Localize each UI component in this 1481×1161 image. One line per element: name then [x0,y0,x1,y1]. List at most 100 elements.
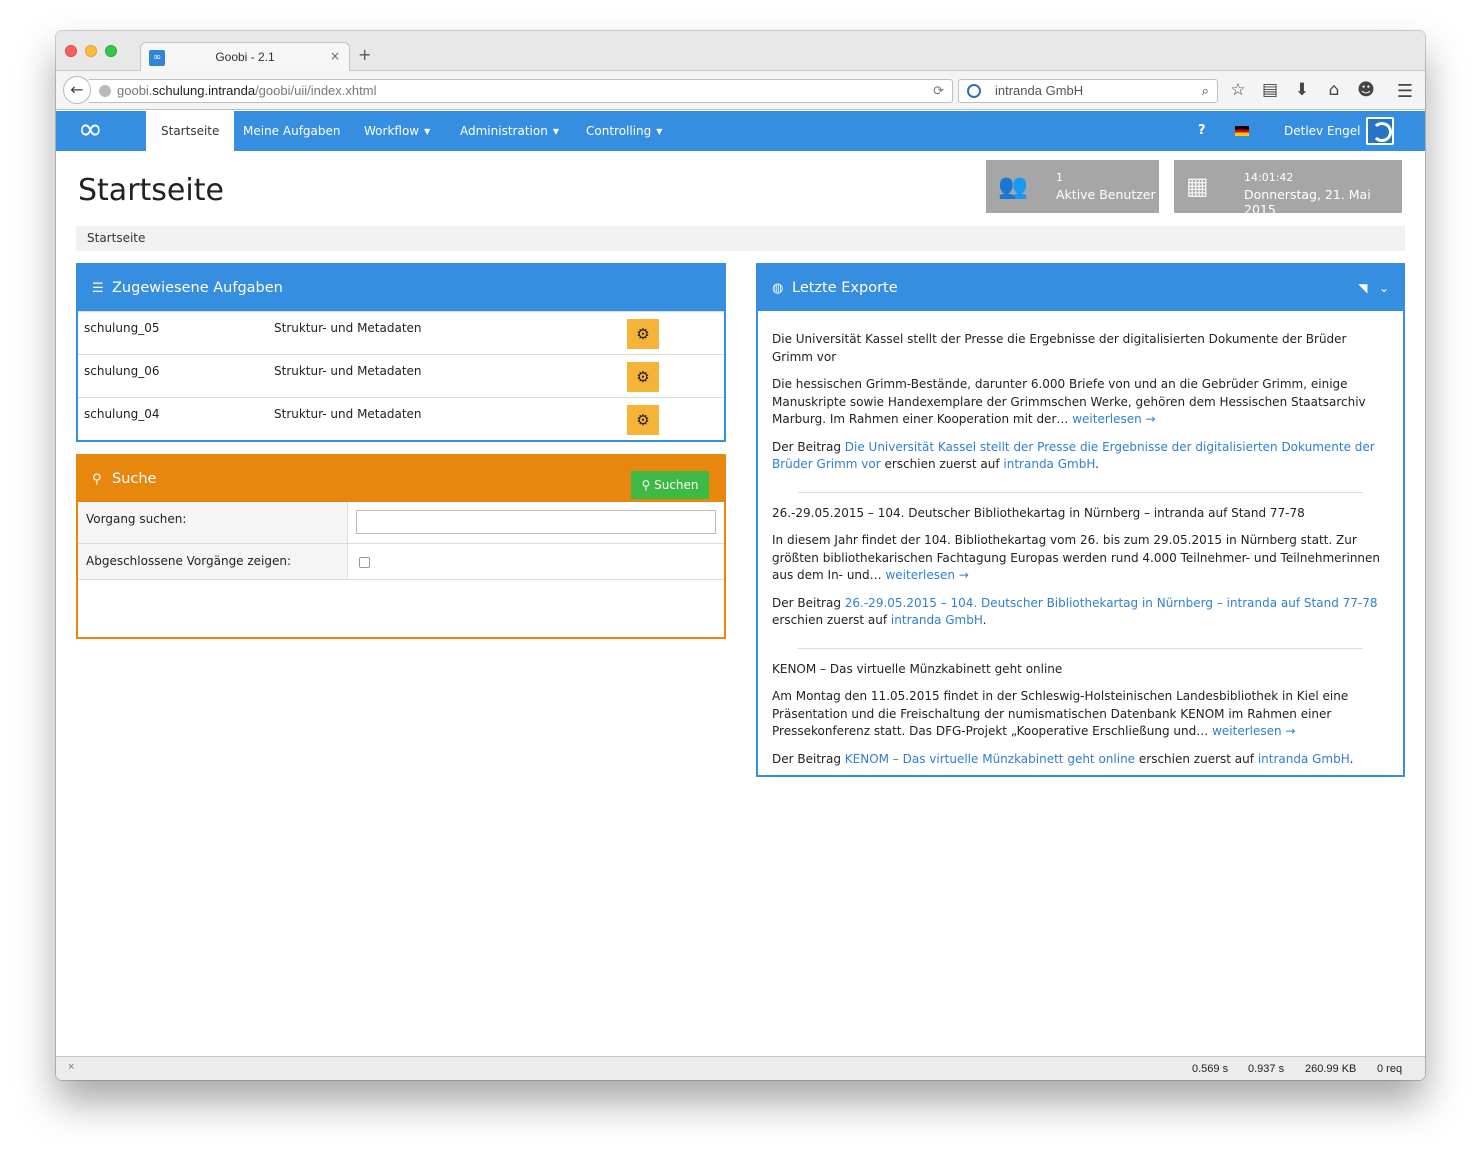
nav-item-label: Administration [460,124,548,138]
task-step: Struktur- und Metadaten [274,321,422,335]
panel-header: ⚲ Suche [78,456,724,502]
menu-icon[interactable]: ☰ [1397,81,1413,102]
show-closed-checkbox[interactable] [359,557,370,568]
article-link[interactable]: KENOM – Das virtuelle Münzkabinett geht … [845,752,1135,766]
nav-item-workflow[interactable]: Workflow ▼ [349,111,445,151]
tab-strip: ∞ Goobi - 2.1 × + [56,31,1425,72]
footer-text: erschien zuerst auf [1138,751,1254,766]
task-process: schulung_04 [84,407,160,421]
table-row: schulung_06 Struktur- und Metadaten ⚙ [78,354,724,397]
read-more-link[interactable]: weiterlesen → [1212,724,1295,738]
read-more-link[interactable]: weiterlesen → [885,568,968,582]
datetime-widget: ▦ 14:01:42 Donnerstag, 21. Mai 2015 [1174,160,1402,217]
gear-icon[interactable]: ⚙ [627,362,659,392]
new-tab-button[interactable]: + [358,45,371,64]
search-engine-icon [967,84,981,98]
star-icon[interactable]: ☆ [1228,80,1248,100]
article-text: Die hessischen Grimm-Bestände, darunter … [772,377,1366,426]
article-footer: Der Beitrag 26.-29.05.2015 – 104. Deutsc… [772,595,1389,630]
site-link[interactable]: intranda GmbH [1258,752,1350,766]
active-users-label: Aktive Benutzer [1056,187,1156,202]
panel-title: Letzte Exporte [792,280,898,296]
address-bar[interactable]: goobi.schulung.intranda/goobi/uii/index.… [89,79,953,103]
nav-item-label: Meine Aufgaben [243,124,341,138]
smiley-icon[interactable]: ☻ [1356,80,1376,100]
maximize-window-button[interactable] [105,45,117,57]
reading-list-icon[interactable]: ▤ [1260,80,1280,100]
footer-text: . [1349,751,1354,766]
read-more-link[interactable]: weiterlesen → [1072,412,1155,426]
page-content: ∞ Startseite Meine Aufgaben Workflow ▼ Ad… [56,111,1425,1056]
download-icon[interactable]: ⬇ [1292,80,1312,100]
avatar[interactable] [1366,117,1394,145]
gear-icon[interactable]: ⚙ [627,405,659,435]
gear-icon[interactable]: ⚙ [627,319,659,349]
article-footer: Der Beitrag Die Universität Kassel stell… [772,439,1389,474]
chevron-down-icon: ▼ [552,126,559,136]
breadcrumb: Startseite [76,226,1405,251]
search-icon[interactable]: ⌕ [1202,80,1209,102]
panel-header: ◍ Letzte Exporte ◥ ⌄ [758,265,1403,311]
minimize-window-button[interactable] [85,45,97,57]
news-article: 26.-29.05.2015 – 104. Deutscher Biblioth… [772,505,1389,630]
nav-item-administration[interactable]: Administration ▼ [445,111,574,151]
chevron-down-icon: ▼ [656,126,663,136]
browser-window: ∞ Goobi - 2.1 × + goobi.schulung.intrand… [56,31,1425,1080]
help-button[interactable]: ? [1198,111,1206,151]
window-controls [65,45,117,57]
home-icon[interactable]: ⌂ [1324,80,1344,100]
task-step: Struktur- und Metadaten [274,407,422,421]
close-icon[interactable]: × [68,1061,74,1073]
chevron-down-icon: ▼ [424,126,431,136]
reload-icon[interactable]: ⟳ [933,80,944,102]
url-prefix: goobi. [117,83,153,98]
url-path: /goobi/uii/index.xhtml [255,83,377,98]
panel-title: Suche [112,471,157,487]
url-domain: schulung.intranda [152,83,256,98]
calendar-icon: ▦ [1186,172,1209,200]
news-article: KENOM – Das virtuelle Münzkabinett geht … [772,661,1389,769]
article-headline: 26.-29.05.2015 – 104. Deutscher Biblioth… [772,505,1305,520]
divider [798,647,1363,649]
nav-item-meine-aufgaben[interactable]: Meine Aufgaben [228,111,356,151]
german-flag-icon[interactable] [1235,126,1249,136]
nav-item-controlling[interactable]: Controlling ▼ [571,111,677,151]
footer-text: . [1095,457,1099,471]
list-icon: ☰ [92,281,104,296]
article-headline: KENOM – Das virtuelle Münzkabinett geht … [772,661,1063,676]
back-arrow-icon[interactable]: ← [63,76,91,104]
search-icon: ⚲ [641,478,655,492]
site-link[interactable]: intranda GmbH [891,613,983,627]
globe-icon: ◍ [772,281,784,296]
footer-text: Der Beitrag [772,751,841,766]
chevron-down-icon[interactable]: ⌄ [1379,281,1389,295]
status-value: 0 req [1377,1063,1403,1075]
search-button[interactable]: ⚲ Suchen [631,471,709,499]
goobi-logo-icon[interactable]: ∞ [78,115,124,145]
main-navbar: ∞ Startseite Meine Aufgaben Workflow ▼ Ad… [56,111,1425,151]
browser-search-text: intranda GmbH [995,83,1084,98]
nav-item-startseite[interactable]: Startseite [146,111,235,151]
process-search-input[interactable] [356,510,716,534]
task-step: Struktur- und Metadaten [274,364,422,378]
footer-text: Der Beitrag [772,439,841,454]
current-time: 14:01:42 [1244,171,1294,184]
user-name[interactable]: Detlev Engel [1284,111,1360,151]
site-link[interactable]: intranda GmbH [1003,457,1095,471]
article-body: Die hessischen Grimm-Bestände, darunter … [772,376,1389,429]
users-icon: 👥 [998,172,1028,200]
article-link[interactable]: 26.-29.05.2015 – 104. Deutscher Biblioth… [845,596,1378,610]
footer-text: Der Beitrag [772,595,841,610]
news-article: Die Universität Kassel stellt der Presse… [772,331,1389,474]
table-row: schulung_04 Struktur- und Metadaten ⚙ [78,397,724,440]
close-window-button[interactable] [65,45,77,57]
panel-header: ☰ Zugewiesene Aufgaben [78,265,724,311]
browser-tab[interactable]: ∞ Goobi - 2.1 × [140,42,350,72]
breadcrumb-item[interactable]: Startseite [87,231,145,245]
tab-close-icon[interactable]: × [330,49,340,63]
field-label: Abgeschlossene Vorgänge zeigen: [78,544,348,579]
rss-icon[interactable]: ◥ [1358,281,1367,295]
footer-text: . [982,613,987,627]
browser-search-box[interactable]: intranda GmbH ⌕ [958,79,1218,103]
search-panel: ⚲ Suche Vorgang suchen: Abgeschlossene Vo… [76,454,726,639]
